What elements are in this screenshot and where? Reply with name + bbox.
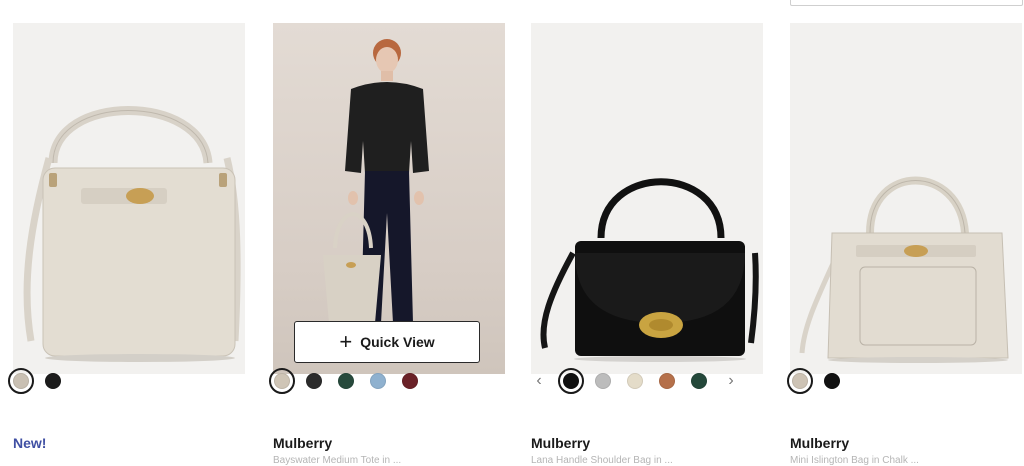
swatch-green[interactable] (691, 373, 707, 389)
swatch-cream[interactable] (8, 368, 34, 394)
swatch-black[interactable] (558, 368, 584, 394)
swatch-green[interactable] (338, 373, 354, 389)
product-image-islington-bag[interactable] (790, 23, 1022, 374)
color-swatches-3: ‹ › (531, 368, 755, 394)
swatch-tan[interactable] (659, 373, 675, 389)
swatch-black[interactable] (824, 373, 840, 389)
color-swatches-1 (8, 368, 77, 394)
product-card-4[interactable] (790, 23, 1022, 374)
product-badge-new: New! (13, 435, 47, 451)
color-swatches-4 (787, 368, 856, 394)
quick-view-button[interactable]: + Quick View (294, 321, 480, 363)
product-card-1[interactable] (13, 23, 245, 374)
search-input[interactable] (790, 0, 1023, 6)
product-brand: Mulberry (273, 435, 333, 451)
product-description: Bayswater Medium Tote in ... (273, 455, 402, 466)
plus-icon: + (339, 329, 353, 354)
swatch-black[interactable] (45, 373, 61, 389)
swatch-cream[interactable] (787, 368, 813, 394)
color-swatches-2 (269, 368, 434, 394)
swatch-cream[interactable] (269, 368, 295, 394)
chevron-left-icon[interactable]: ‹ (531, 373, 547, 389)
swatch-grey[interactable] (595, 373, 611, 389)
product-card-2[interactable]: + Quick View (273, 23, 505, 374)
swatch-light-blue[interactable] (370, 373, 386, 389)
product-description: Lana Handle Shoulder Bag in ... (531, 455, 673, 466)
quick-view-label: Quick View (360, 334, 435, 350)
product-image-black-bag[interactable] (531, 23, 763, 374)
product-card-3[interactable] (531, 23, 763, 374)
swatch-charcoal[interactable] (306, 373, 322, 389)
swatch-cream[interactable] (627, 373, 643, 389)
product-brand: Mulberry (790, 435, 850, 451)
product-image-bucket-bag[interactable] (13, 23, 245, 374)
product-image-model[interactable]: + Quick View (273, 23, 505, 374)
chevron-right-icon[interactable]: › (723, 373, 739, 389)
swatch-burgundy[interactable] (402, 373, 418, 389)
product-description: Mini Islington Bag in Chalk ... (790, 455, 919, 466)
product-brand: Mulberry (531, 435, 591, 451)
